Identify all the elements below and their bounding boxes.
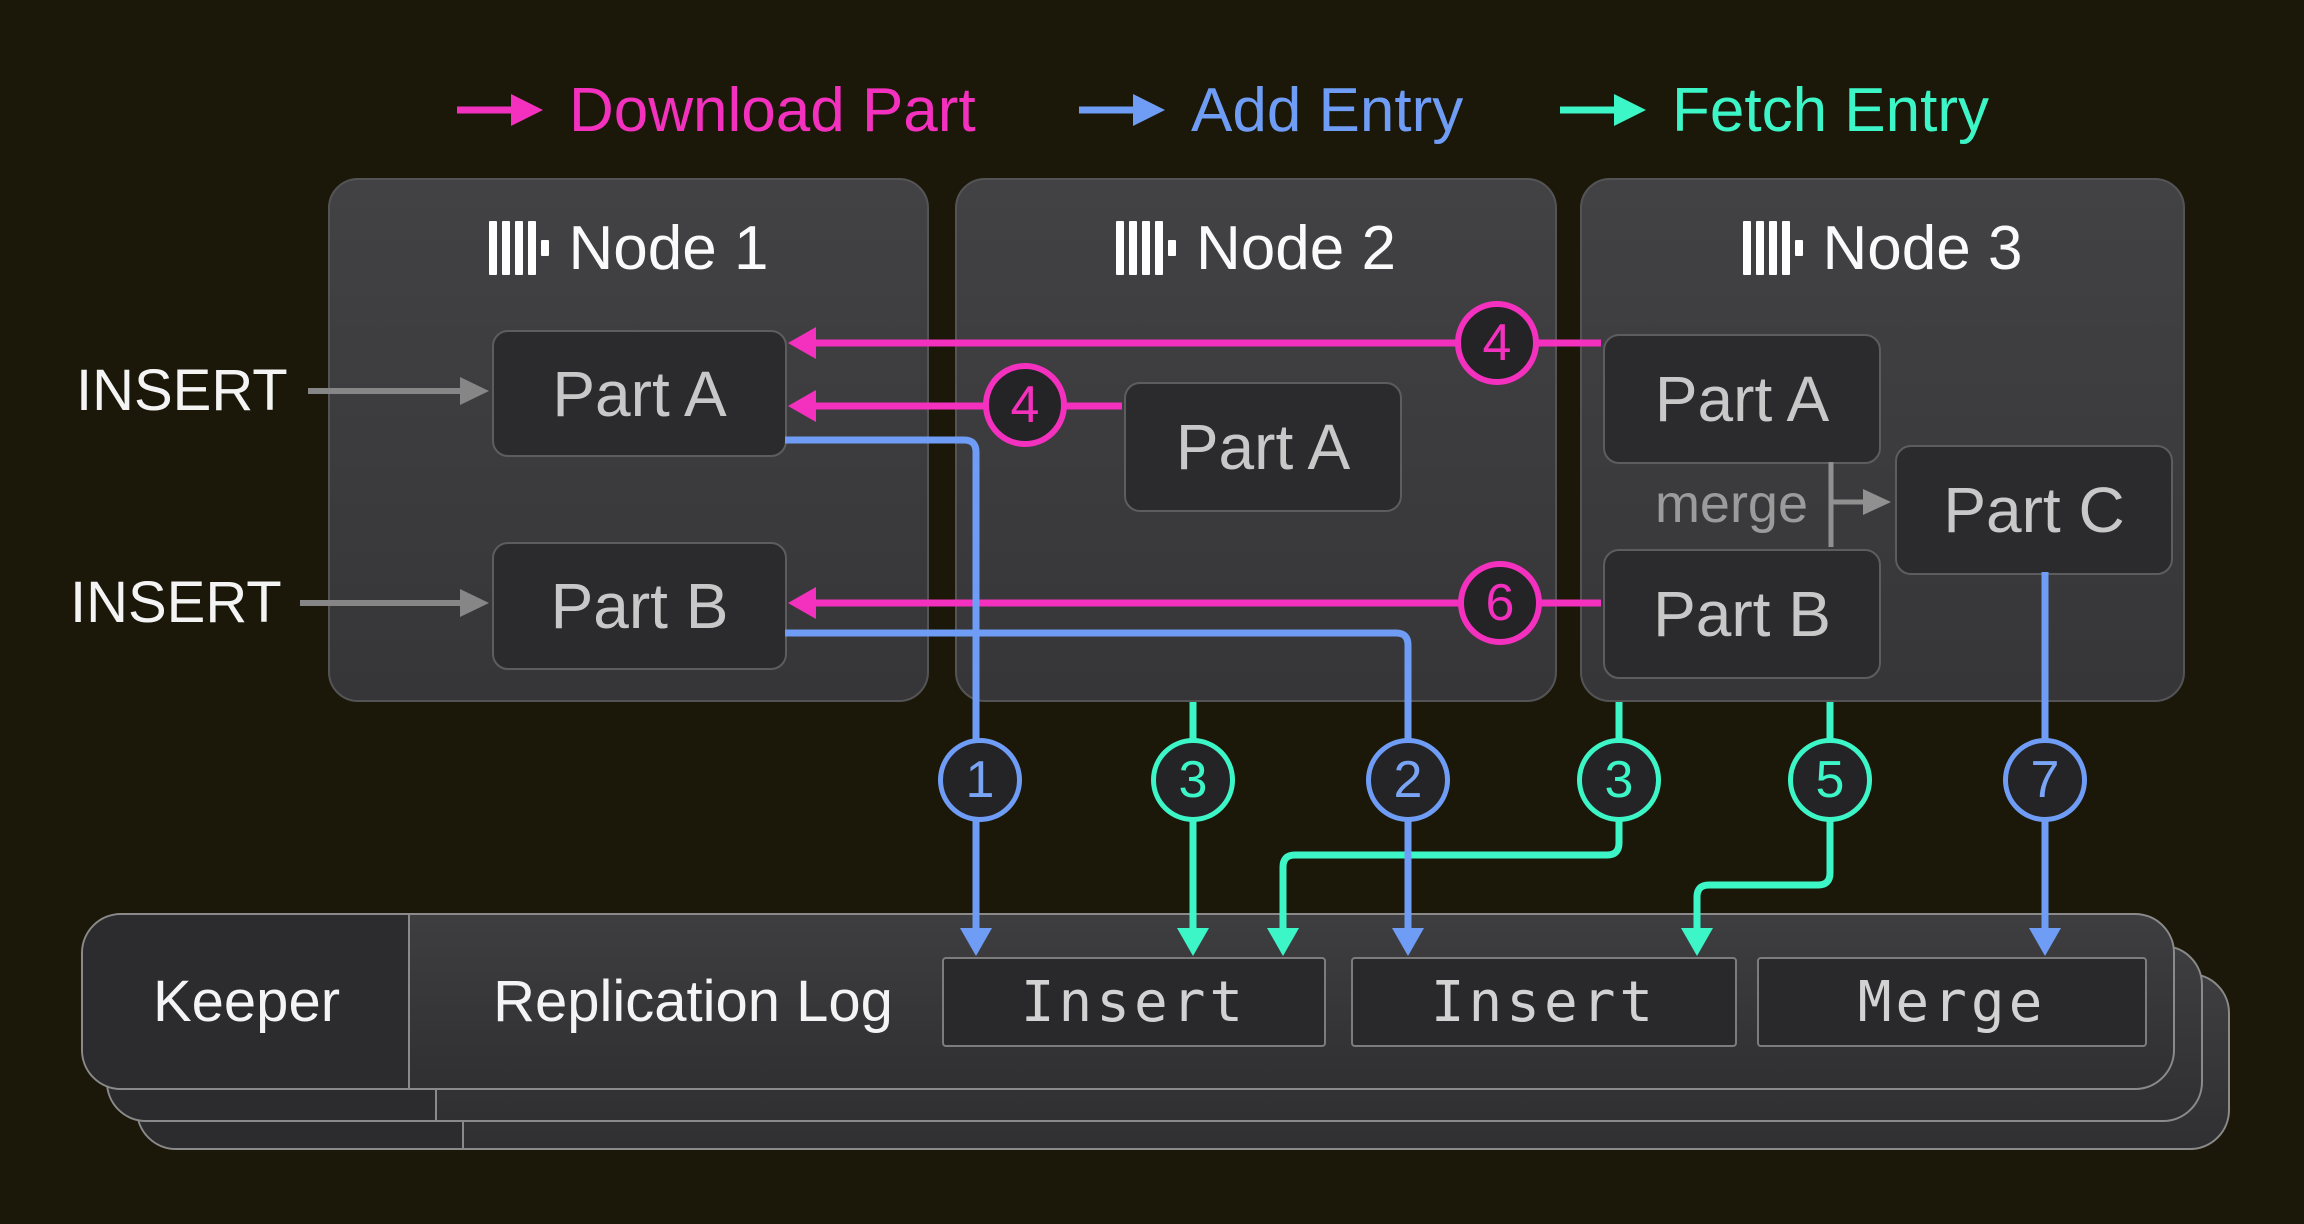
node-3-box: Node 3 Part A Part B Part C merge (1580, 178, 2185, 702)
node-2-header: Node 2 (957, 216, 1555, 280)
legend-label: Fetch Entry (1672, 75, 1989, 146)
merge-label: merge (1602, 475, 1808, 533)
clickhouse-logo-icon (489, 221, 549, 275)
node-title: Node 1 (569, 213, 769, 284)
step-badge: 1 (938, 738, 1022, 822)
step-badge: 7 (2003, 738, 2087, 822)
replication-log-title: Replication Log (443, 915, 943, 1088)
legend-item-download-part: Download Part (455, 78, 976, 142)
log-entry-insert-1: Insert (942, 957, 1326, 1047)
clickhouse-logo-icon (1743, 221, 1803, 275)
node-title: Node 3 (1823, 213, 2023, 284)
step-badge: 3 (1151, 738, 1235, 822)
insert-label-bottom: INSERT (70, 570, 282, 636)
legend-label: Download Part (569, 75, 976, 146)
fetch-entry-arrow-icon (1558, 90, 1648, 130)
node1-part-a: Part A (492, 330, 787, 457)
download-step-badge: 6 (1458, 561, 1542, 645)
legend-label: Add Entry (1191, 75, 1463, 146)
step-badge: 3 (1577, 738, 1661, 822)
node2-part-a: Part A (1124, 382, 1402, 512)
node3-part-c: Part C (1895, 445, 2173, 575)
legend-item-fetch-entry: Fetch Entry (1558, 78, 1989, 142)
node-1-box: Node 1 Part A Part B (328, 178, 929, 702)
legend-item-add-entry: Add Entry (1077, 78, 1463, 142)
download-step-badge: 4 (1455, 301, 1539, 385)
step-badge: 2 (1366, 738, 1450, 822)
clickhouse-logo-icon (1116, 221, 1176, 275)
add-entry-arrow-icon (1077, 90, 1167, 130)
node3-part-a: Part A (1603, 334, 1881, 464)
replication-log-card: Keeper Replication Log Insert Insert Mer… (81, 913, 2175, 1090)
log-entry-merge: Merge (1757, 957, 2147, 1047)
replication-diagram: Download Part Add Entry Fetch Entry INSE… (0, 0, 2304, 1224)
insert-label-top: INSERT (76, 358, 288, 424)
download-part-arrow-icon (455, 90, 545, 130)
download-step-badge: 4 (983, 363, 1067, 447)
step-badge: 5 (1788, 738, 1872, 822)
node-1-header: Node 1 (330, 216, 927, 280)
node3-part-b: Part B (1603, 549, 1881, 679)
log-entry-insert-2: Insert (1351, 957, 1737, 1047)
node1-part-b: Part B (492, 542, 787, 670)
node-title: Node 2 (1196, 213, 1396, 284)
node-3-header: Node 3 (1582, 216, 2183, 280)
keeper-label: Keeper (83, 915, 410, 1088)
